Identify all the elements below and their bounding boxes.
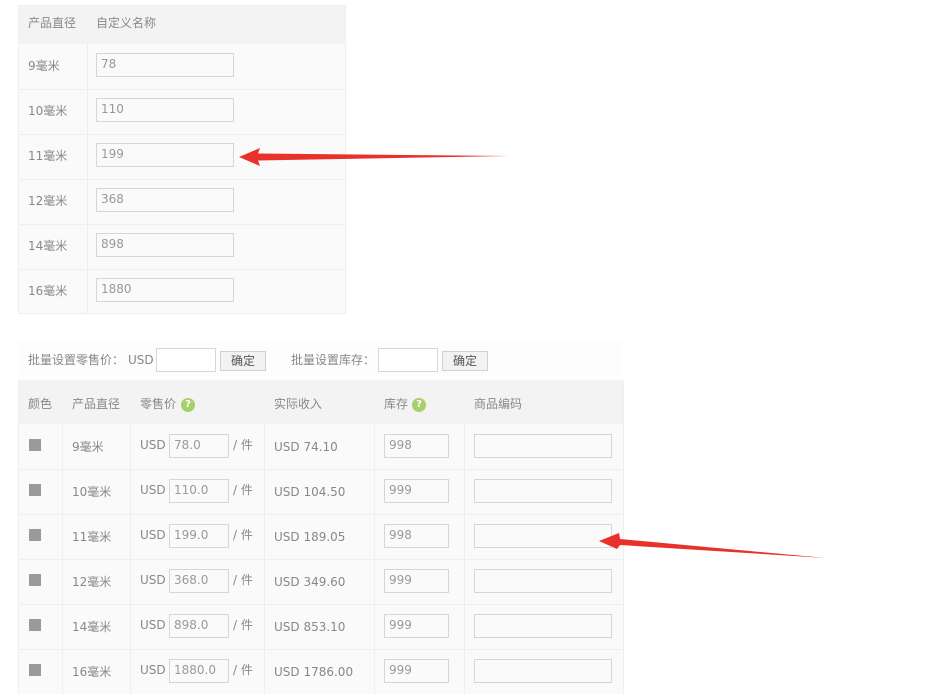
annotation-arrows: [239, 148, 826, 558]
red-arrow-icon: [599, 533, 826, 558]
red-arrow-icon: [239, 148, 510, 166]
